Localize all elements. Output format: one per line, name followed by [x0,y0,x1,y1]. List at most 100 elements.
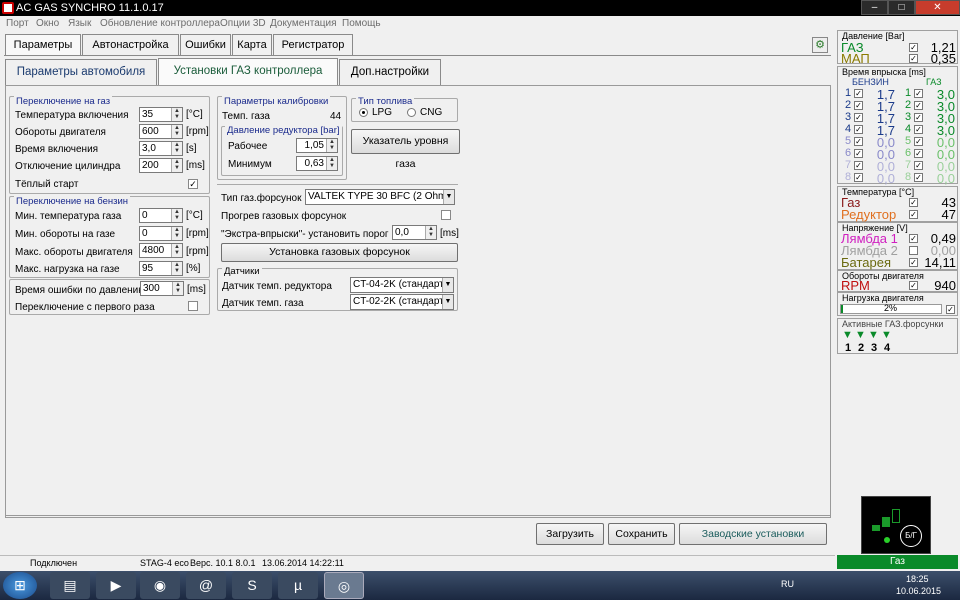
inj-gas-checkbox-1[interactable]: ✓ [914,89,923,98]
rpm-checkbox[interactable]: ✓ [909,281,918,290]
map-value: 0,35 [930,51,956,66]
first-time-checkbox[interactable] [188,301,198,311]
gas-pressure-checkbox[interactable]: ✓ [909,43,918,52]
minimize-button[interactable]: – [861,0,888,15]
menu-port[interactable]: Порт [6,18,29,29]
wrench-icon[interactable]: ⚙ [812,37,828,53]
inj-petrol-num-7: 7 [845,159,852,171]
pressure-panel: Давление [Bar] ГАЗ ✓ 1,21 МАП ✓ 0,35 [837,30,958,66]
load-checkbox[interactable]: ✓ [946,305,955,314]
inj-gas-checkbox-7[interactable]: ✓ [914,161,923,170]
acgas-taskbar-icon[interactable]: ◎ [324,572,364,599]
gas-level-button[interactable]: Указатель уровня газа [351,129,460,170]
save-button[interactable]: Сохранить [608,523,675,545]
min-rpm-unit: [rpm] [186,228,209,239]
factory-settings-button[interactable]: Заводские установки [679,523,827,545]
inj-gas-checkbox-8[interactable]: ✓ [914,173,923,182]
load-button[interactable]: Загрузить [536,523,604,545]
inj-petrol-num-3: 3 [845,111,852,123]
inj-petrol-num-8: 8 [845,171,852,183]
extra-injections-label: "Экстра-впрыски"- установить порог [221,229,389,240]
inj-petrol-num-6: 6 [845,147,852,159]
tab-errors[interactable]: Ошибки [180,34,231,55]
inj-gas-checkbox-2[interactable]: ✓ [914,101,923,110]
extra-injections-input[interactable]: 0,0 ▲ ▼ [392,225,437,240]
inj-petrol-checkbox-3[interactable]: ✓ [854,113,863,122]
inj-petrol-checkbox-6[interactable]: ✓ [854,149,863,158]
max-rpm-input[interactable]: 4800 ▲ ▼ [139,243,183,258]
inj-gas-checkbox-3[interactable]: ✓ [914,113,923,122]
inj-petrol-checkbox-7[interactable]: ✓ [854,161,863,170]
rpm-input[interactable]: 600 ▲ ▼ [139,124,183,139]
gas-temp-checkbox[interactable]: ✓ [909,198,918,207]
lpg-label: LPG [372,107,393,118]
gas-header: ГАЗ [926,77,942,87]
inj-gas-checkbox-6[interactable]: ✓ [914,149,923,158]
clock-time[interactable]: 18:25 [906,574,929,584]
min-rpm-input[interactable]: 0 ▲ ▼ [139,226,183,241]
battery-checkbox[interactable]: ✓ [909,258,918,267]
start-button-icon[interactable]: ⊞ [3,572,37,599]
injector-setup-button[interactable]: Установка газовых форсунок [221,243,458,262]
temp-on-input[interactable]: 35 ▲ ▼ [139,107,183,122]
status-device: STAG-4 eco [140,558,189,568]
close-button[interactable]: ✕ [915,0,960,15]
menu-help[interactable]: Помощь [342,18,381,29]
pressure-error-input[interactable]: 300 ▲ ▼ [140,281,184,296]
inj-gas-checkbox-5[interactable]: ✓ [914,137,923,146]
time-on-input[interactable]: 3,0 ▲ ▼ [139,141,183,156]
menu-update[interactable]: Обновление контроллера [100,18,220,29]
subtab-extra[interactable]: Доп.настройки [339,59,441,85]
inj-petrol-checkbox-5[interactable]: ✓ [854,137,863,146]
inj-petrol-checkbox-8[interactable]: ✓ [854,173,863,182]
subtab-car-params[interactable]: Параметры автомобиля [5,59,157,85]
lambda2-checkbox[interactable] [909,246,918,255]
menu-window[interactable]: Окно [36,18,59,29]
tab-autotune[interactable]: Автонастройка [82,34,179,55]
max-load-unit: [%] [186,263,201,274]
skype-icon[interactable]: S [232,572,272,599]
inj-petrol-checkbox-1[interactable]: ✓ [854,89,863,98]
menu-3d-options[interactable]: Опции 3D [220,18,266,29]
warm-start-checkbox[interactable]: ✓ [188,179,198,189]
injector-4-num: 4 [884,342,891,354]
rpm-panel: Обороты двигателя RPM ✓ 940 [837,270,958,293]
max-load-input[interactable]: 95 ▲ ▼ [139,261,183,276]
tab-recorder[interactable]: Регистратор [273,34,353,55]
reducer-temp-checkbox[interactable]: ✓ [909,210,918,219]
mail-icon[interactable]: @ [186,572,226,599]
tab-map[interactable]: Карта [232,34,272,55]
clock-date[interactable]: 10.06.2015 [896,586,941,596]
time-on-label: Время включения [15,144,99,155]
utorrent-icon[interactable]: µ [278,572,318,599]
rpm-right-label: RPM [841,278,870,293]
maximize-button[interactable]: □ [888,0,915,15]
cyl-off-input[interactable]: 200 ▲ ▼ [139,158,183,173]
min-gas-temp-input[interactable]: 0 ▲ ▼ [139,208,183,223]
voltage-panel: Напряжение [V] Лямбда 1 ✓ 0,49 Лямбда 2 … [837,222,958,270]
cng-radio[interactable] [407,108,416,117]
media-player-icon[interactable]: ▶ [96,572,136,599]
chrome-icon[interactable]: ◉ [140,572,180,599]
menu-docs[interactable]: Документация [270,18,337,29]
gas-sensor-select[interactable]: CT-02-2K (стандарт ▼ [350,294,454,310]
map-checkbox[interactable]: ✓ [909,54,918,63]
subtab-gas-controller[interactable]: Установки ГАЗ контроллера [158,58,338,85]
min-pressure-input[interactable]: 0,63 ▲ ▼ [296,156,338,171]
gas-switch-widget[interactable]: Б/Г [861,496,931,554]
gas-sensor-label: Датчик темп. газа [222,298,304,309]
explorer-icon[interactable]: ▤ [50,572,90,599]
menu-language[interactable]: Язык [68,18,91,29]
reducer-sensor-select[interactable]: CT-04-2K (стандарт ▼ [350,277,454,293]
injector-3-num: 3 [871,342,878,354]
injector-type-select[interactable]: VALTEK TYPE 30 BFC (2 Ohm) ▼ [305,189,455,205]
work-pressure-input[interactable]: 1,05 ▲ ▼ [296,138,338,153]
inj-petrol-checkbox-4[interactable]: ✓ [854,125,863,134]
inj-gas-checkbox-4[interactable]: ✓ [914,125,923,134]
lpg-radio[interactable] [359,108,368,117]
inj-petrol-checkbox-2[interactable]: ✓ [854,101,863,110]
lang-indicator[interactable]: RU [781,579,794,589]
lambda1-checkbox[interactable]: ✓ [909,234,918,243]
tab-parameters[interactable]: Параметры [5,34,81,56]
preheat-checkbox[interactable] [441,210,451,220]
